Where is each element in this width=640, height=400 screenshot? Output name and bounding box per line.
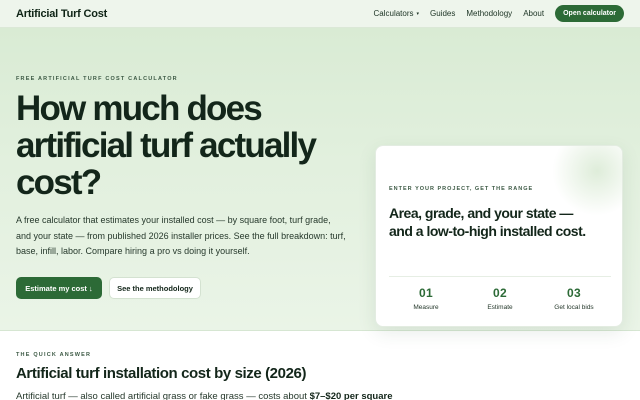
hero-lead: A free calculator that estimates your in…	[16, 215, 346, 256]
step-label: Estimate	[487, 304, 513, 311]
estimate-cost-button[interactable]: Estimate my cost ↓	[16, 277, 102, 299]
step-estimate: 02 Estimate	[463, 286, 537, 311]
step-label: Measure	[413, 304, 439, 311]
card-divider	[389, 276, 611, 277]
chevron-down-icon: ▾	[416, 10, 420, 17]
see-methodology-button[interactable]: See the methodology	[109, 277, 201, 299]
nav-links: Calculators ▾ Guides Methodology About O…	[362, 5, 624, 22]
nav-link-about[interactable]: About	[523, 9, 544, 18]
step-number: 02	[493, 286, 507, 300]
quick-answer-text: Artificial turf — also called artificial…	[16, 391, 310, 400]
nav-link-guides[interactable]: Guides	[430, 9, 455, 18]
step-get-local-bids: 03 Get local bids	[537, 286, 611, 311]
nav-link-methodology[interactable]: Methodology	[466, 9, 512, 18]
steps-row: 01 Measure 02 Estimate 03 Get local bids	[389, 286, 611, 311]
quick-answer-price: $7–$20 per square	[309, 391, 393, 400]
quick-answer-body: Artificial turf — also called artificial…	[16, 391, 616, 400]
quick-answer-title: Artificial turf installation cost by siz…	[16, 365, 307, 382]
brand-logo[interactable]: Artificial Turf Cost	[16, 8, 107, 20]
nav-link-label: Calculators	[373, 9, 414, 18]
card-title: Area, grade, and your state — and a low-…	[389, 205, 586, 239]
step-number: 03	[567, 286, 581, 300]
step-number: 01	[419, 286, 433, 300]
page: Artificial Turf Cost Calculators ▾ Guide…	[0, 0, 640, 400]
open-calculator-button[interactable]: Open calculator	[555, 5, 624, 22]
hero-eyebrow: FREE ARTIFICIAL TURF COST CALCULATOR	[16, 76, 178, 82]
step-label: Get local bids	[554, 304, 594, 311]
card-eyebrow: ENTER YOUR PROJECT, GET THE RANGE	[389, 186, 534, 192]
hero-section: FREE ARTIFICIAL TURF COST CALCULATOR How…	[0, 28, 640, 331]
nav-link-calculators[interactable]: Calculators ▾	[373, 9, 419, 18]
quick-answer-eyebrow: THE QUICK ANSWER	[16, 352, 92, 358]
top-nav: Artificial Turf Cost Calculators ▾ Guide…	[0, 0, 640, 28]
project-card: ENTER YOUR PROJECT, GET THE RANGE Area, …	[375, 145, 623, 327]
step-measure: 01 Measure	[389, 286, 463, 311]
page-title: How much does artificial turf actually c…	[16, 89, 317, 202]
